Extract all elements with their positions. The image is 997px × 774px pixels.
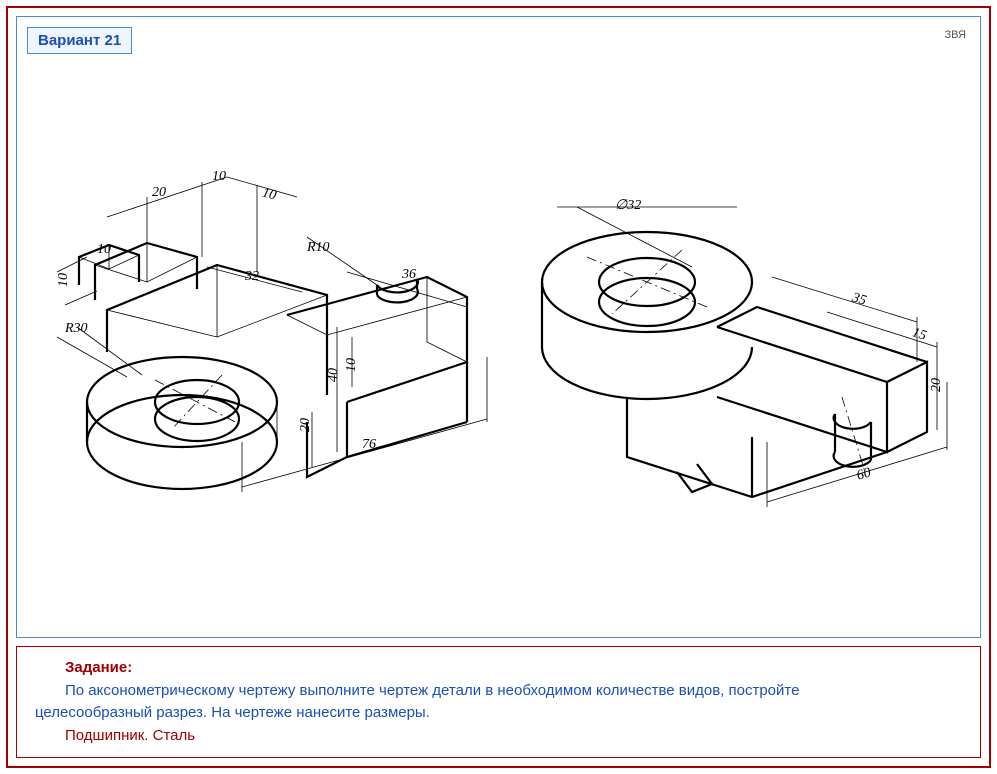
dim-36: 36 — [402, 267, 416, 283]
dim-10-top: 10 — [212, 169, 226, 185]
dim-10-mid: 10 — [344, 358, 360, 372]
dim-32: 32 — [245, 269, 259, 285]
dim-76: 76 — [362, 437, 376, 453]
task-body: По аксонометрическому чертежу выполните … — [35, 680, 962, 725]
watermark: ЗВЯ — [944, 29, 966, 41]
dim-r30: R30 — [65, 321, 88, 337]
task-box: Задание: По аксонометрическому чертежу в… — [16, 646, 981, 758]
drawing-area: Вариант 21 ЗВЯ — [16, 16, 981, 638]
dim-10-left2: 10 — [56, 273, 72, 287]
task-line2: целесообразный разрез. На чертеже нанеси… — [35, 704, 430, 721]
dim-phi32: ∅32 — [615, 197, 641, 214]
task-part-material: Подшипник. Сталь — [65, 725, 962, 748]
dim-10-left: 10 — [97, 242, 111, 258]
dim-20-top: 20 — [152, 185, 166, 201]
right-isometric-drawing — [517, 172, 957, 532]
dim-20-right: 20 — [929, 378, 945, 392]
left-isometric-drawing — [47, 157, 497, 517]
dim-r10: R10 — [307, 240, 330, 256]
dim-40: 40 — [326, 368, 342, 382]
variant-badge: Вариант 21 — [27, 27, 132, 54]
document-frame: Вариант 21 ЗВЯ — [6, 6, 991, 768]
task-title: Задание: — [65, 657, 962, 680]
dim-20-bottom: 20 — [298, 418, 314, 432]
task-line1: По аксонометрическому чертежу выполните … — [65, 682, 799, 699]
